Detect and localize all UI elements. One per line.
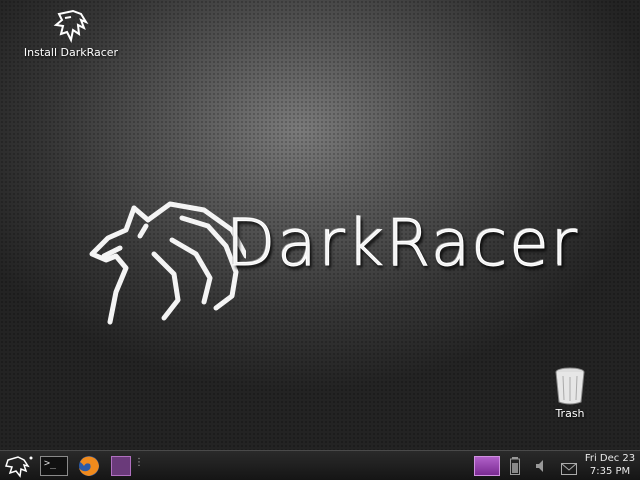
panel-handle[interactable]: ⋮ bbox=[134, 457, 144, 481]
desktop[interactable]: Install DarkRacer DarkRacer Trash bbox=[0, 0, 640, 450]
clock-date: Fri Dec 23 bbox=[584, 453, 636, 464]
battery-icon[interactable] bbox=[510, 457, 520, 475]
trash-label: Trash bbox=[555, 407, 585, 420]
application-launcher-button[interactable] bbox=[2, 454, 34, 478]
trash-icon bbox=[552, 366, 588, 406]
trash-desktop-icon[interactable]: Trash bbox=[548, 366, 592, 420]
install-darkracer-desktop-icon[interactable]: Install DarkRacer bbox=[20, 8, 122, 59]
terminal-launcher-button[interactable]: >_ bbox=[40, 456, 68, 476]
firefox-icon bbox=[79, 456, 99, 476]
taskbar: >_ ⋮ Fri Dec 23 7:35 PM bbox=[0, 450, 640, 480]
clock[interactable]: Fri Dec 23 7:35 PM bbox=[582, 452, 638, 478]
firefox-launcher-button[interactable] bbox=[76, 454, 102, 478]
wolf-icon bbox=[51, 8, 91, 44]
window-list-item[interactable] bbox=[474, 456, 500, 476]
install-darkracer-label: Install DarkRacer bbox=[23, 46, 119, 59]
volume-icon[interactable] bbox=[535, 458, 549, 474]
darkracer-logo-text: DarkRacer bbox=[225, 207, 580, 281]
darkracer-wolf-logo bbox=[86, 196, 249, 328]
notifications-mail-icon[interactable] bbox=[561, 460, 577, 475]
workspace-pager[interactable] bbox=[111, 456, 131, 476]
terminal-icon: >_ bbox=[44, 458, 57, 469]
wolf-menu-icon bbox=[5, 456, 33, 478]
clock-time: 7:35 PM bbox=[589, 466, 631, 477]
